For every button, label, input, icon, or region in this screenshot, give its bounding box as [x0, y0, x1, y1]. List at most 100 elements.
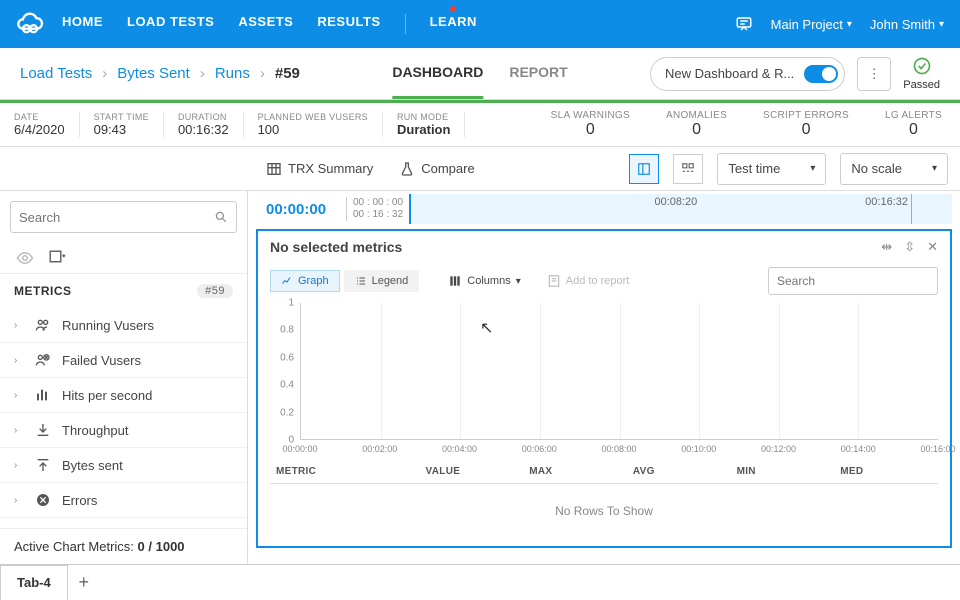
panel-search[interactable] [768, 267, 938, 295]
status-label: Passed [903, 79, 940, 91]
chevron-down-icon: ▾ [939, 19, 944, 30]
metric-throughput[interactable]: ›Throughput [0, 413, 247, 448]
timeline[interactable]: 00:00:00 00 : 00 : 00 00 : 16 : 32 00:08… [256, 191, 952, 227]
check-circle-icon [912, 56, 932, 76]
collapse-v-icon[interactable]: ⇳ [904, 239, 915, 255]
footer-value: 0 / 1000 [138, 539, 185, 554]
dashboard-toggle[interactable] [804, 65, 838, 83]
sidebar-search[interactable] [10, 201, 237, 233]
add-panel-icon[interactable] [48, 249, 66, 267]
layout-grid-button[interactable] [673, 154, 703, 184]
layout-split-button[interactable] [629, 154, 659, 184]
collapse-h-icon[interactable]: ⇹ [881, 239, 892, 255]
tab-report[interactable]: REPORT [509, 48, 567, 99]
trx-summary-label: TRX Summary [288, 161, 373, 176]
feedback-icon[interactable] [735, 15, 753, 33]
view-graph-button[interactable]: Graph [270, 270, 340, 292]
more-menu-button[interactable]: ⋮ [857, 57, 891, 91]
metric-label: Throughput [62, 423, 129, 438]
scale-label: No scale [851, 161, 902, 176]
timeline-track[interactable]: 00:08:20 00:16:32 [409, 194, 952, 224]
sidebar-search-input[interactable] [19, 210, 214, 225]
user-menu[interactable]: John Smith ▾ [870, 17, 944, 32]
eye-icon[interactable] [16, 249, 34, 267]
app-logo-icon [16, 10, 44, 38]
chevron-right-icon: › [14, 320, 24, 331]
columns-button[interactable]: Columns ▾ [437, 269, 531, 293]
metric-bytes-sent[interactable]: ›Bytes sent [0, 448, 247, 483]
anomalies-value: 0 [666, 121, 727, 139]
footer-label: Active Chart Metrics: [14, 539, 134, 554]
timeline-current: 00:00:00 [256, 201, 346, 218]
run-mode-value: Duration [397, 122, 450, 137]
list-icon [355, 275, 367, 287]
upload-icon [34, 456, 52, 474]
script-errors-value: 0 [763, 121, 849, 139]
scale-select[interactable]: No scale ▾ [840, 153, 948, 185]
active-metrics-footer: Active Chart Metrics: 0 / 1000 [0, 528, 247, 564]
timeline-end-marker [911, 194, 912, 224]
chevron-down-icon: ▾ [810, 163, 815, 174]
bc-sep: › [200, 65, 205, 82]
planned-vusers-label: PLANNED WEB VUSERS [258, 112, 368, 122]
add-to-report-button: Add to report [536, 269, 641, 293]
add-tab-button[interactable]: + [68, 572, 100, 593]
x-tick: 00:04:00 [442, 444, 477, 454]
bc-load-tests[interactable]: Load Tests [20, 65, 92, 82]
x-tick: 00:14:00 [841, 444, 876, 454]
nav-home[interactable]: HOME [62, 14, 103, 34]
bc-runs[interactable]: Runs [215, 65, 250, 82]
bc-bytes-sent[interactable]: Bytes Sent [117, 65, 190, 82]
trx-summary-button[interactable]: TRX Summary [260, 155, 379, 183]
nav-separator [405, 14, 406, 34]
lg-alerts-value: 0 [885, 121, 942, 139]
chevron-right-icon: › [14, 355, 24, 366]
table-icon [266, 161, 282, 177]
metric-hits-per-second[interactable]: ›Hits per second [0, 378, 247, 413]
timeline-mid-label: 00:08:20 [654, 196, 697, 208]
start-time-label: START TIME [94, 112, 149, 122]
user-name: John Smith [870, 17, 935, 32]
y-tick: 0.4 [280, 380, 294, 391]
nav-assets[interactable]: ASSETS [238, 14, 293, 34]
metric-errors[interactable]: ›Errors [0, 483, 247, 518]
line-chart-icon [281, 275, 293, 287]
date-label: DATE [14, 112, 65, 122]
layout-split-icon [637, 162, 651, 176]
close-icon[interactable]: ✕ [927, 239, 938, 255]
breadcrumb: Load Tests › Bytes Sent › Runs › #59 [20, 65, 300, 82]
compare-button[interactable]: Compare [393, 155, 480, 183]
metric-failed-vusers[interactable]: ›Failed Vusers [0, 343, 247, 378]
info-bar: DATE6/4/2020 START TIME09:43 DURATION00:… [0, 103, 960, 147]
chart-toolbar: TRX Summary Compare Test time ▾ No scale… [0, 147, 960, 191]
nav-load-tests[interactable]: LOAD TESTS [127, 14, 214, 34]
tab-dashboard[interactable]: DASHBOARD [392, 48, 483, 99]
metrics-chart[interactable]: 1 0.8 0.6 0.4 0.2 0 00:00:00 00:02:00 00… [270, 303, 938, 458]
panel-toolbar: Graph Legend Columns ▾ Add to report [258, 263, 950, 299]
timeline-range: 00 : 00 : 00 00 : 16 : 32 [346, 197, 403, 221]
metric-running-vusers[interactable]: › Running Vusers [0, 308, 247, 343]
search-icon [214, 210, 228, 224]
chart-x-axis: 00:00:00 00:02:00 00:04:00 00:06:00 00:0… [300, 444, 938, 458]
chevron-down-icon: ▾ [932, 163, 937, 174]
metric-label: Running Vusers [62, 318, 154, 333]
time-mode-select[interactable]: Test time ▾ [717, 153, 826, 185]
new-dashboard-selector[interactable]: New Dashboard & R... [650, 57, 845, 91]
bc-sep: › [260, 65, 265, 82]
view-legend-button[interactable]: Legend [344, 270, 420, 292]
compare-label: Compare [421, 161, 474, 176]
panel-search-input[interactable] [777, 274, 932, 288]
x-tick: 00:00:00 [282, 444, 317, 454]
metrics-header: METRICS #59 [0, 273, 247, 308]
nav-learn[interactable]: LEARN [430, 14, 477, 34]
x-tick: 00:12:00 [761, 444, 796, 454]
download-icon [34, 421, 52, 439]
table-empty-message: No Rows To Show [270, 484, 938, 538]
project-selector[interactable]: Main Project▾ [771, 17, 852, 32]
report-icon [547, 274, 561, 288]
tab-4[interactable]: Tab-4 [0, 565, 68, 600]
chevron-right-icon: › [14, 390, 24, 401]
graph-label: Graph [298, 275, 329, 287]
sub-bar: Load Tests › Bytes Sent › Runs › #59 DAS… [0, 48, 960, 100]
nav-results[interactable]: RESULTS [317, 14, 380, 34]
